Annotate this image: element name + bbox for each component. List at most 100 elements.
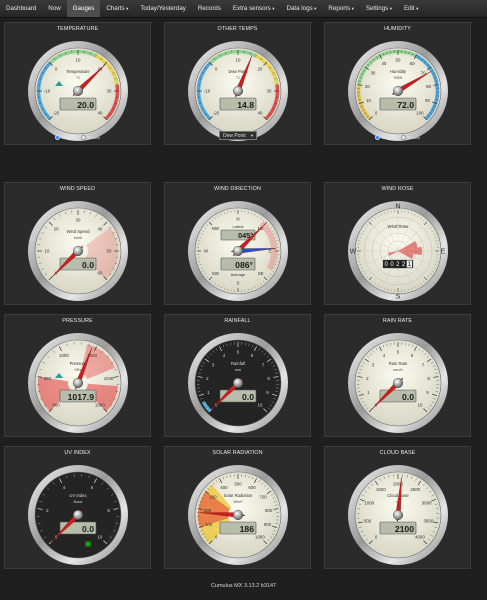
gauge-unit: %RH bbox=[394, 76, 403, 80]
gauge-area bbox=[198, 491, 231, 528]
humidity-gauge: 0 10 20 30 40 50 60 70 80 90 100 Humidity %RH 72.0 bbox=[347, 40, 449, 147]
tick-label: 1000 bbox=[255, 535, 265, 540]
nav-reports[interactable]: Reports ▾ bbox=[322, 0, 359, 17]
needle-knob bbox=[73, 378, 84, 389]
tick-label: 20 bbox=[365, 84, 370, 89]
other_temps-value: 14.8 bbox=[237, 100, 254, 110]
chevron-down-icon: ▾ bbox=[272, 5, 275, 11]
tick-label: -10 bbox=[204, 89, 211, 94]
tick-label: 30 bbox=[76, 218, 81, 223]
needle-knob bbox=[233, 510, 244, 521]
nav-dashboard[interactable]: Dashboard bbox=[0, 0, 42, 17]
gauge-unit: W/m² bbox=[233, 500, 243, 504]
radio-inside[interactable]: Inside bbox=[81, 135, 100, 140]
tick-label: 10 bbox=[97, 535, 102, 540]
nav-charts[interactable]: Charts ▾ bbox=[100, 0, 134, 17]
gauge-area bbox=[84, 382, 118, 412]
tick-label: 1040 bbox=[104, 376, 114, 381]
tick-label: 60 bbox=[410, 61, 415, 66]
nav-now[interactable]: Now bbox=[42, 0, 66, 17]
panel-temperature: TEMPERATURE -20-10010203040Temperature°C… bbox=[4, 22, 151, 145]
gauge-area bbox=[84, 227, 118, 280]
radio-selected-icon bbox=[374, 135, 380, 140]
humidity-value: 72.0 bbox=[397, 100, 414, 110]
needle-knob bbox=[393, 378, 404, 389]
latest-label: Latest bbox=[233, 224, 245, 229]
tick-label: 40 bbox=[257, 111, 262, 116]
tick-label: 1000 bbox=[364, 501, 374, 506]
tick-label: 100 bbox=[205, 522, 213, 527]
rainfall-value: 0.0 bbox=[242, 392, 254, 402]
gauge-unit: °C bbox=[236, 76, 241, 80]
chevron-down-icon: ▾ bbox=[314, 5, 317, 11]
uv-index-gauge: 0246810UV IndexNone0.0 bbox=[27, 464, 129, 571]
nav-extra-sensors[interactable]: Extra sensors ▾ bbox=[227, 0, 281, 17]
uv_index-value: 0.0 bbox=[82, 524, 94, 534]
chevron-down-icon: ▼ bbox=[250, 133, 254, 138]
radio-selected-icon bbox=[54, 135, 60, 140]
gauge-unit: mm/h bbox=[393, 368, 403, 372]
tick-label: 60 bbox=[97, 271, 102, 276]
radio-inside[interactable]: Inside bbox=[401, 135, 420, 140]
radio-unselected-icon bbox=[401, 135, 407, 140]
nav-edit[interactable]: Edit ▾ bbox=[398, 0, 424, 17]
tick-label: 10 bbox=[417, 403, 422, 408]
panel-rain-rate: RAIN RATE 012345678910Rain Ratemm/h0.0 bbox=[324, 314, 471, 437]
panel-rainfall: RAINFALL 012345678910Rainfallmm0.0 bbox=[164, 314, 311, 437]
panel-wind-speed: WIND SPEED 0102030405060Wind Speedkm/h0.… bbox=[4, 182, 151, 305]
tick-label: 3500 bbox=[424, 519, 434, 524]
nav-data-logs[interactable]: Data logs ▾ bbox=[281, 0, 323, 17]
panel-title: HUMIDITY bbox=[384, 26, 411, 32]
chevron-down-icon: ▾ bbox=[351, 5, 354, 11]
tick-label: 20 bbox=[54, 227, 59, 232]
nav-gauges[interactable]: Gauges bbox=[66, 0, 101, 17]
panel-other-temps: OTHER TEMPS -20 -10 0 10 20 30 40 Dew Point °C 14… bbox=[164, 22, 311, 145]
needle-knob bbox=[233, 246, 244, 257]
pressure-gauge: 960 980 1000 1020 1040 1060 Pressure hPa 1017.9 bbox=[27, 332, 129, 439]
needle-knob bbox=[73, 510, 84, 521]
tick-label: 1000 bbox=[59, 353, 69, 358]
wind_speed-value: 0.0 bbox=[82, 260, 94, 270]
tick-label: 90 bbox=[425, 98, 430, 103]
gauge-area bbox=[38, 376, 72, 412]
tick-label: 1500 bbox=[376, 487, 386, 492]
panel-uv-index: UV INDEX 0246810UV IndexNone0.0 bbox=[4, 446, 151, 569]
needle-knob bbox=[233, 86, 244, 97]
pressure-value: 1017.9 bbox=[68, 392, 95, 402]
tick-label: 10 bbox=[366, 98, 371, 103]
tick-label: 10 bbox=[45, 249, 50, 254]
wind-average-value: 086° bbox=[235, 260, 253, 270]
tick-label: 40 bbox=[381, 61, 386, 66]
panel-wind-direction: WIND DIRECTION NNEESESSWWNWLatest045°086… bbox=[164, 182, 311, 305]
temperature-gauge: -20-10010203040Temperature°C20.0 bbox=[27, 40, 129, 147]
gauge-name: Temperature bbox=[66, 69, 90, 74]
needle-knob bbox=[73, 246, 84, 257]
nav-records[interactable]: Records bbox=[192, 0, 227, 17]
panel-title: WIND DIRECTION bbox=[214, 186, 261, 192]
tick-label: 2000 bbox=[393, 482, 403, 487]
tick-label: 900 bbox=[264, 522, 272, 527]
panel-title: RAINFALL bbox=[224, 318, 251, 324]
needle-knob bbox=[393, 510, 404, 521]
compass-label: N bbox=[236, 217, 239, 222]
temperature-radio-group: Outside Inside bbox=[5, 135, 150, 140]
footer-version: Cumulus MX 3.13.2 b3147 bbox=[210, 583, 277, 589]
tick-label: 10 bbox=[76, 58, 81, 63]
tick-label: 30 bbox=[107, 89, 112, 94]
wind-rose-gauge: N E S W Wind Rose 0 0 2 2 1 bbox=[347, 200, 449, 307]
rainfall-gauge: 012345678910Rainfallmm0.0 bbox=[187, 332, 289, 439]
tick-label: 300 bbox=[209, 494, 217, 499]
gauge-name: Rain Rate bbox=[389, 361, 408, 366]
radio-outside[interactable]: Outside bbox=[54, 135, 77, 140]
status-led-icon bbox=[85, 541, 91, 547]
radio-outside[interactable]: Outside bbox=[374, 135, 397, 140]
other-temps-select[interactable]: Dew Point ▼ bbox=[219, 131, 257, 140]
nav-today-yesterday[interactable]: Today/Yesterday bbox=[134, 0, 192, 17]
nav-settings[interactable]: Settings ▾ bbox=[360, 0, 398, 17]
radio-unselected-icon bbox=[81, 135, 87, 140]
needle-knob bbox=[233, 378, 244, 389]
compass-label: S bbox=[237, 281, 240, 286]
needle-knob bbox=[393, 86, 404, 97]
tick-label: 1060 bbox=[95, 403, 105, 408]
temperature-value: 20.0 bbox=[77, 100, 94, 110]
